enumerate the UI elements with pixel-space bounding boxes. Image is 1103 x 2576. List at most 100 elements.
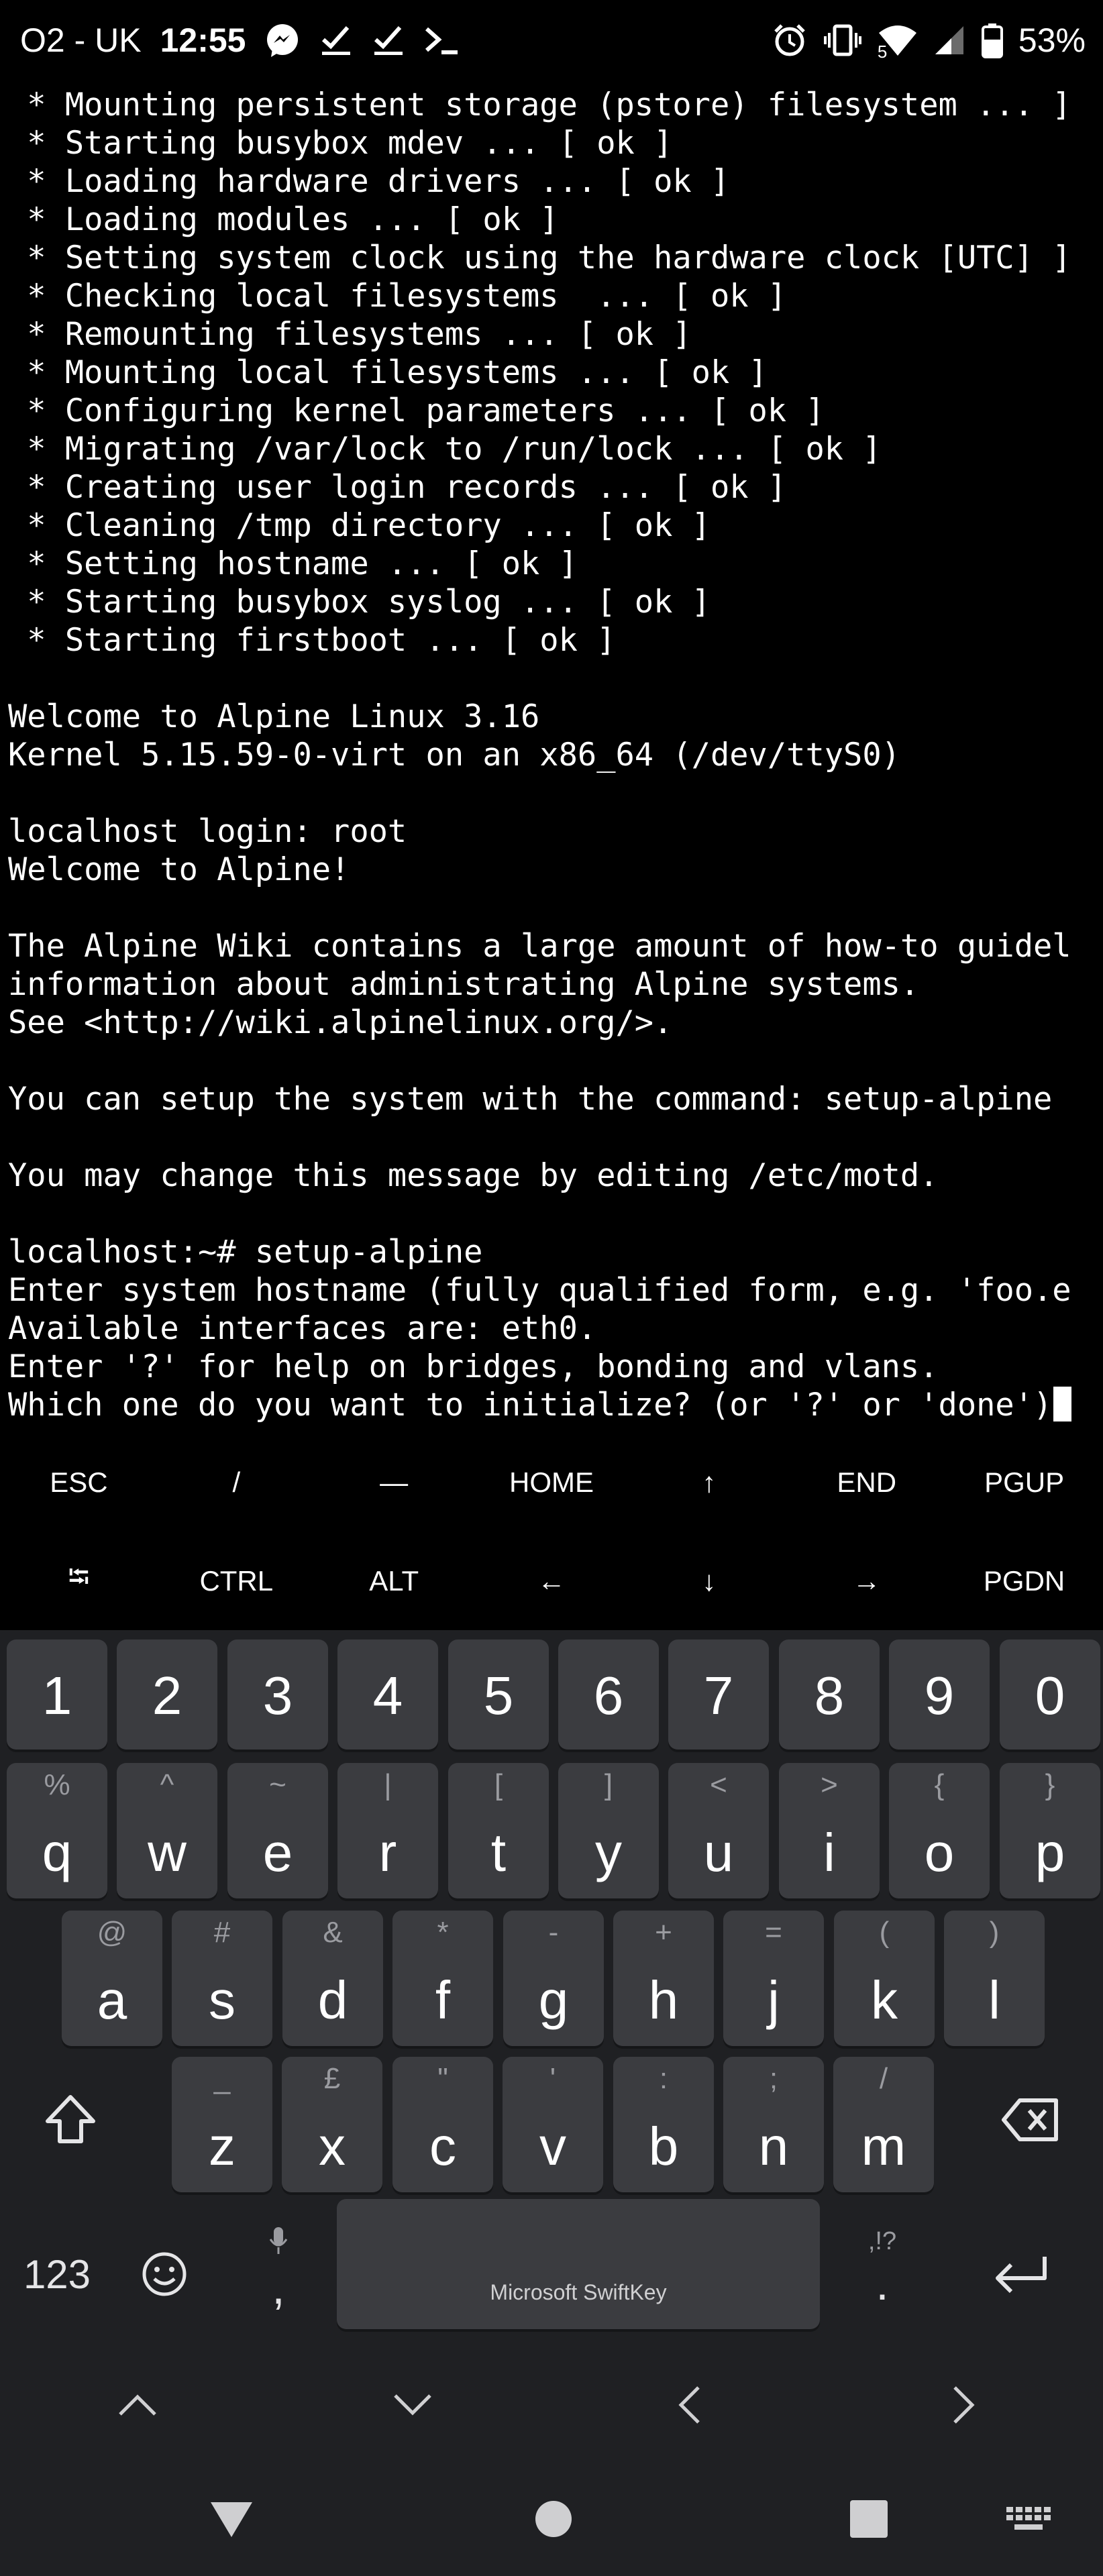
period-key[interactable]: ,!? .	[832, 2214, 933, 2334]
key-m[interactable]: / m	[833, 2057, 934, 2192]
key-p[interactable]: } p	[1000, 1763, 1100, 1898]
terminal-line: * Setting system clock using the hardwar…	[0, 239, 1103, 277]
key-1[interactable]: 1	[7, 1640, 107, 1750]
ctrl-key[interactable]: CTRL	[158, 1532, 315, 1630]
esc-key-label: ESC	[50, 1466, 108, 1498]
terminal-line: Enter system hostname (fully qualified f…	[0, 1271, 1103, 1309]
home-key-label: HOME	[509, 1466, 594, 1498]
terminal-line: * Checking local filesystems ... [ ok ]	[0, 277, 1103, 315]
key-hint: (	[879, 1916, 890, 1949]
arrow-up-key[interactable]: ↑	[630, 1433, 788, 1532]
keyboard-switch-button[interactable]	[992, 2489, 1065, 2549]
key-s[interactable]: # s	[172, 1911, 272, 2046]
key-c[interactable]: " c	[392, 2057, 493, 2192]
key-0[interactable]: 0	[1000, 1640, 1100, 1750]
cursor-up-button[interactable]	[101, 2368, 174, 2442]
shift-key[interactable]	[20, 2066, 121, 2174]
key-o[interactable]: {o	[889, 1763, 990, 1898]
arrow-down-key[interactable]: ↓	[630, 1532, 788, 1630]
key-q[interactable]: % q	[7, 1763, 107, 1898]
terminal-output[interactable]: * Mounting persistent storage (pstore) f…	[0, 86, 1103, 1428]
key-z[interactable]: _ z	[172, 2057, 272, 2192]
terminal-line-text: * Configuring kernel parameters ... [ ok…	[8, 392, 825, 429]
pgdn-key[interactable]: PGDN	[945, 1532, 1103, 1630]
arrow-right-key[interactable]: →	[788, 1532, 945, 1630]
key-j[interactable]: = j	[723, 1911, 824, 2046]
recents-button[interactable]	[832, 2482, 906, 2556]
key-t[interactable]: [t	[448, 1763, 549, 1898]
emoji-key[interactable]	[114, 2220, 215, 2328]
terminal-line-text: * Setting system clock using the hardwar…	[8, 239, 1071, 276]
terminal-line-text: * Remounting filesystems ... [ ok ]	[8, 316, 692, 353]
terminal-line-text: * Starting busybox mdev ... [ ok ]	[8, 125, 673, 162]
home-key[interactable]: HOME	[473, 1433, 631, 1532]
tab-key[interactable]: ⭾	[0, 1532, 158, 1630]
cursor-right-button[interactable]	[927, 2368, 1001, 2442]
key-e[interactable]: ~ e	[227, 1763, 328, 1898]
key-l[interactable]: ) l	[944, 1911, 1045, 2046]
key-5[interactable]: 5	[448, 1640, 549, 1750]
key-r[interactable]: | r	[337, 1763, 438, 1898]
dash-key[interactable]: —	[315, 1433, 473, 1532]
space-bar[interactable]: Microsoft SwiftKey	[337, 2199, 820, 2329]
terminal-line: * Mounting local filesystems ... [ ok ]	[0, 354, 1103, 392]
home-button[interactable]	[517, 2482, 590, 2556]
key-u[interactable]: < u	[668, 1763, 769, 1898]
key-label: 1	[42, 1666, 72, 1725]
key-hint: '	[549, 2062, 556, 2095]
terminal-line: Welcome to Alpine!	[0, 851, 1103, 889]
esc-key[interactable]: ESC	[0, 1433, 158, 1532]
backspace-key[interactable]	[981, 2066, 1082, 2174]
key-b[interactable]: :b	[613, 2057, 714, 2192]
key-f[interactable]: * f	[392, 1911, 493, 2046]
terminal-line-text: The Alpine Wiki contains a large amount …	[8, 928, 1071, 965]
key-4[interactable]: 4	[337, 1640, 438, 1750]
cursor-left-button[interactable]	[652, 2368, 726, 2442]
pgup-key[interactable]: PGUP	[945, 1433, 1103, 1532]
key-v[interactable]: ' v	[503, 2057, 603, 2192]
key-hint: |	[384, 1768, 392, 1801]
tab-key-label: ⭾	[68, 1561, 90, 1593]
key-3[interactable]: 3	[227, 1640, 328, 1750]
key-9[interactable]: 9	[889, 1640, 990, 1750]
key-g[interactable]: -g	[503, 1911, 604, 2046]
key-k[interactable]: (k	[834, 1911, 935, 2046]
signal-icon	[933, 23, 966, 57]
key-8[interactable]: 8	[779, 1640, 880, 1750]
carrier-label: O2 - UK	[20, 21, 142, 59]
key-i[interactable]: > i	[779, 1763, 880, 1898]
chevron-right-icon	[953, 2386, 975, 2424]
key-label: d	[317, 1970, 348, 2030]
terminal-line: * Cleaning /tmp directory ... [ ok ]	[0, 506, 1103, 545]
comma-key[interactable]: ,	[228, 2214, 329, 2334]
key-h[interactable]: + h	[613, 1911, 714, 2046]
key-2[interactable]: 2	[117, 1640, 217, 1750]
key-label: j	[768, 1970, 780, 2030]
terminal-line: * Mounting persistent storage (pstore) f…	[0, 86, 1103, 124]
key-y[interactable]: ] y	[558, 1763, 659, 1898]
terminal-line-text: You may change this message by editing /…	[8, 1157, 939, 1194]
key-n[interactable]: ; n	[723, 2057, 824, 2192]
arrow-left-key[interactable]: ←	[473, 1532, 631, 1630]
key-x[interactable]: £ x	[282, 2057, 382, 2192]
end-key[interactable]: END	[788, 1433, 945, 1532]
key-a[interactable]: @ a	[62, 1911, 162, 2046]
key-w[interactable]: ^ w	[117, 1763, 217, 1898]
terminal-line-text: * Creating user login records ... [ ok ]	[8, 469, 787, 506]
alt-key[interactable]: ALT	[315, 1532, 473, 1630]
enter-key[interactable]	[967, 2220, 1075, 2328]
extra-keys-row-2: ⭾ CTRL ALT ← ↓ → PGDN	[0, 1532, 1103, 1630]
key-d[interactable]: & d	[282, 1911, 383, 2046]
terminal-line: * Loading hardware drivers ... [ ok ]	[0, 162, 1103, 201]
key-label: b	[648, 2116, 679, 2176]
symbols-key[interactable]: 123	[7, 2220, 107, 2328]
shift-icon	[46, 2095, 95, 2143]
back-button[interactable]	[195, 2482, 268, 2556]
terminal-line: Kernel 5.15.59-0-virt on an x86_64 (/dev…	[0, 736, 1103, 774]
key-label: p	[1035, 1823, 1065, 1882]
cursor-down-button[interactable]	[376, 2368, 450, 2442]
terminal-line: * Starting firstboot ... [ ok ]	[0, 621, 1103, 659]
slash-key[interactable]: /	[158, 1433, 315, 1532]
key-6[interactable]: 6	[558, 1640, 659, 1750]
key-7[interactable]: 7	[668, 1640, 769, 1750]
